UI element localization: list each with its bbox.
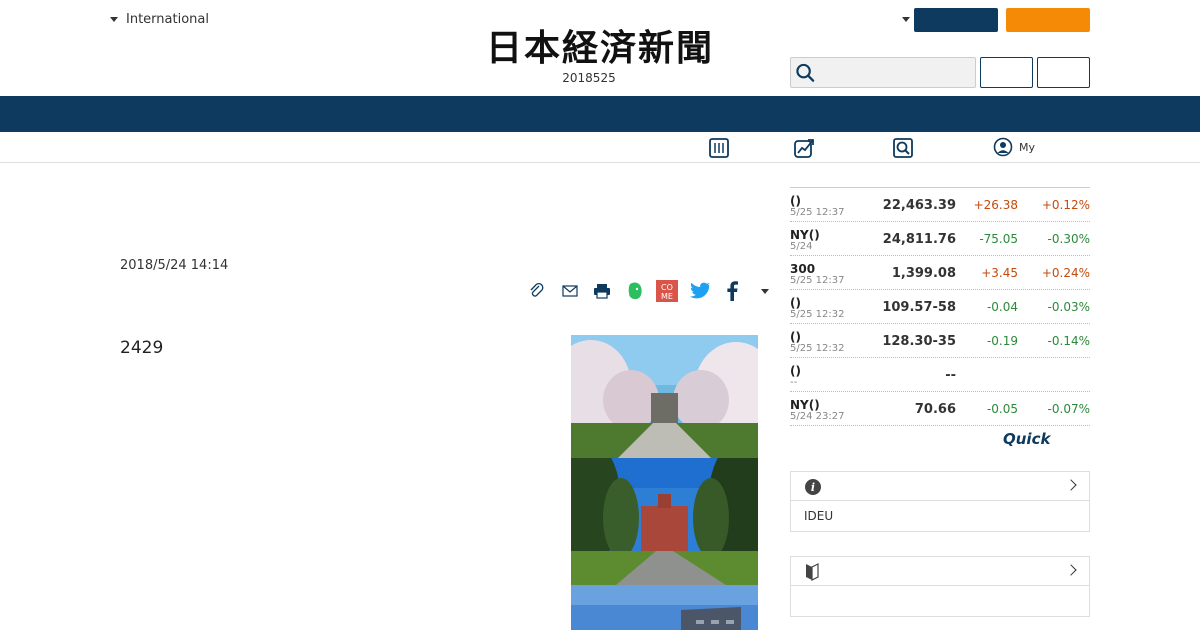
chevron-right-icon bbox=[1065, 564, 1077, 576]
header-date: 2018525 bbox=[562, 71, 616, 85]
mail-icon[interactable] bbox=[559, 280, 581, 302]
caret-down-icon bbox=[110, 17, 118, 22]
paper-viewer-icon[interactable] bbox=[708, 137, 730, 159]
twitter-icon[interactable] bbox=[689, 280, 711, 302]
market-change: -0.05 bbox=[986, 402, 1018, 416]
market-change: +3.45 bbox=[981, 266, 1018, 280]
more-share-caret-icon[interactable] bbox=[754, 280, 776, 302]
header-outline-button-2[interactable] bbox=[1037, 57, 1090, 88]
market-data-table: () 5/25 12:37 22,463.39 +26.38 +0.12% NY… bbox=[790, 187, 1090, 426]
beginner-box[interactable] bbox=[790, 556, 1090, 617]
market-time: 5/25 12:32 bbox=[790, 309, 845, 320]
market-row[interactable]: () 5/25 12:37 22,463.39 +26.38 +0.12% bbox=[790, 188, 1090, 222]
market-value: -- bbox=[945, 368, 956, 383]
share-toolbar: CO ME bbox=[526, 279, 776, 303]
article-date: 2018/5/24 14:14 bbox=[120, 258, 229, 273]
article-photos[interactable] bbox=[571, 335, 758, 630]
market-value: 22,463.39 bbox=[882, 198, 956, 213]
market-change: -75.05 bbox=[979, 232, 1018, 246]
market-percent: +0.12% bbox=[1041, 198, 1090, 212]
market-change: +26.38 bbox=[973, 198, 1018, 212]
edition-label: International bbox=[126, 12, 209, 27]
market-value: 24,811.76 bbox=[882, 232, 956, 247]
market-percent: +0.24% bbox=[1041, 266, 1090, 280]
info-icon: i bbox=[805, 479, 821, 495]
market-name: NY() bbox=[790, 228, 820, 242]
info-box[interactable]: i IDEU bbox=[790, 471, 1090, 532]
info-box-body: IDEU bbox=[804, 509, 834, 523]
beginner-icon bbox=[806, 563, 819, 581]
market-change: -0.04 bbox=[986, 300, 1018, 314]
header-outline-button-1[interactable] bbox=[980, 57, 1033, 88]
market-percent: -0.03% bbox=[1047, 300, 1090, 314]
svg-text:ME: ME bbox=[661, 292, 673, 301]
market-name: () bbox=[790, 194, 801, 208]
market-time: -- bbox=[790, 377, 798, 388]
market-name: () bbox=[790, 296, 801, 310]
market-row[interactable]: 300 5/25 12:37 1,399.08 +3.45 +0.24% bbox=[790, 256, 1090, 290]
market-name: () bbox=[790, 330, 801, 344]
modern-building-photo bbox=[571, 585, 758, 630]
svg-text:i: i bbox=[811, 481, 815, 494]
svg-text:CO: CO bbox=[661, 283, 673, 292]
market-row[interactable]: () 5/25 12:32 128.30-35 -0.19 -0.14% bbox=[790, 324, 1090, 358]
market-row[interactable]: () 5/25 12:32 109.57-58 -0.04 -0.03% bbox=[790, 290, 1090, 324]
market-chart-icon[interactable] bbox=[793, 137, 815, 159]
site-logo[interactable]: 日本経済新聞 bbox=[450, 28, 750, 68]
red-brick-building-photo bbox=[571, 458, 758, 585]
search-news-icon[interactable] bbox=[892, 137, 914, 159]
market-name: 300 bbox=[790, 262, 816, 276]
cherry-blossom-campus-photo bbox=[571, 335, 758, 458]
quick-logo[interactable]: Quick bbox=[1003, 430, 1050, 448]
market-name: () bbox=[790, 364, 801, 378]
user-icon bbox=[993, 137, 1013, 157]
caret-down-icon[interactable] bbox=[902, 17, 910, 22]
market-value: 70.66 bbox=[914, 402, 956, 417]
market-value: 109.57-58 bbox=[882, 300, 956, 315]
market-time: 5/25 12:37 bbox=[790, 275, 845, 286]
search-icon[interactable] bbox=[795, 62, 816, 84]
main-navigation-bar[interactable] bbox=[0, 96, 1200, 132]
search-box[interactable] bbox=[790, 57, 976, 88]
login-button[interactable] bbox=[914, 8, 998, 32]
market-name: NY() bbox=[790, 398, 820, 412]
market-percent: -0.30% bbox=[1047, 232, 1090, 246]
market-time: 5/25 12:32 bbox=[790, 343, 845, 354]
search-input[interactable] bbox=[820, 58, 975, 87]
market-time: 5/25 12:37 bbox=[790, 207, 845, 218]
article-lead-text: 2429 bbox=[120, 338, 164, 358]
my-label: My bbox=[1019, 140, 1036, 154]
print-icon[interactable] bbox=[591, 280, 613, 302]
beginner-box-header[interactable] bbox=[791, 557, 1089, 586]
market-time: 5/24 23:27 bbox=[790, 411, 845, 422]
market-percent: -0.14% bbox=[1047, 334, 1090, 348]
market-value: 128.30-35 bbox=[882, 334, 956, 349]
market-value: 1,399.08 bbox=[891, 266, 956, 281]
facebook-icon[interactable] bbox=[721, 280, 743, 302]
edition-selector[interactable]: International bbox=[110, 12, 209, 27]
market-row[interactable]: () -- -- bbox=[790, 358, 1090, 392]
info-box-header[interactable]: i bbox=[791, 472, 1089, 501]
market-change: -0.19 bbox=[986, 334, 1018, 348]
market-row[interactable]: NY() 5/24 23:27 70.66 -0.05 -0.07% bbox=[790, 392, 1090, 426]
market-row[interactable]: NY() 5/24 24,811.76 -75.05 -0.30% bbox=[790, 222, 1090, 256]
come-icon[interactable]: CO ME bbox=[656, 280, 678, 302]
chevron-right-icon bbox=[1065, 479, 1077, 491]
evernote-icon[interactable] bbox=[624, 280, 646, 302]
clip-icon[interactable] bbox=[526, 280, 548, 302]
market-percent: -0.07% bbox=[1047, 402, 1090, 416]
subscribe-button[interactable] bbox=[1006, 8, 1090, 32]
my-page-link[interactable]: My bbox=[993, 137, 1035, 157]
market-time: 5/24 bbox=[790, 241, 813, 252]
beginner-box-body bbox=[791, 586, 1089, 602]
